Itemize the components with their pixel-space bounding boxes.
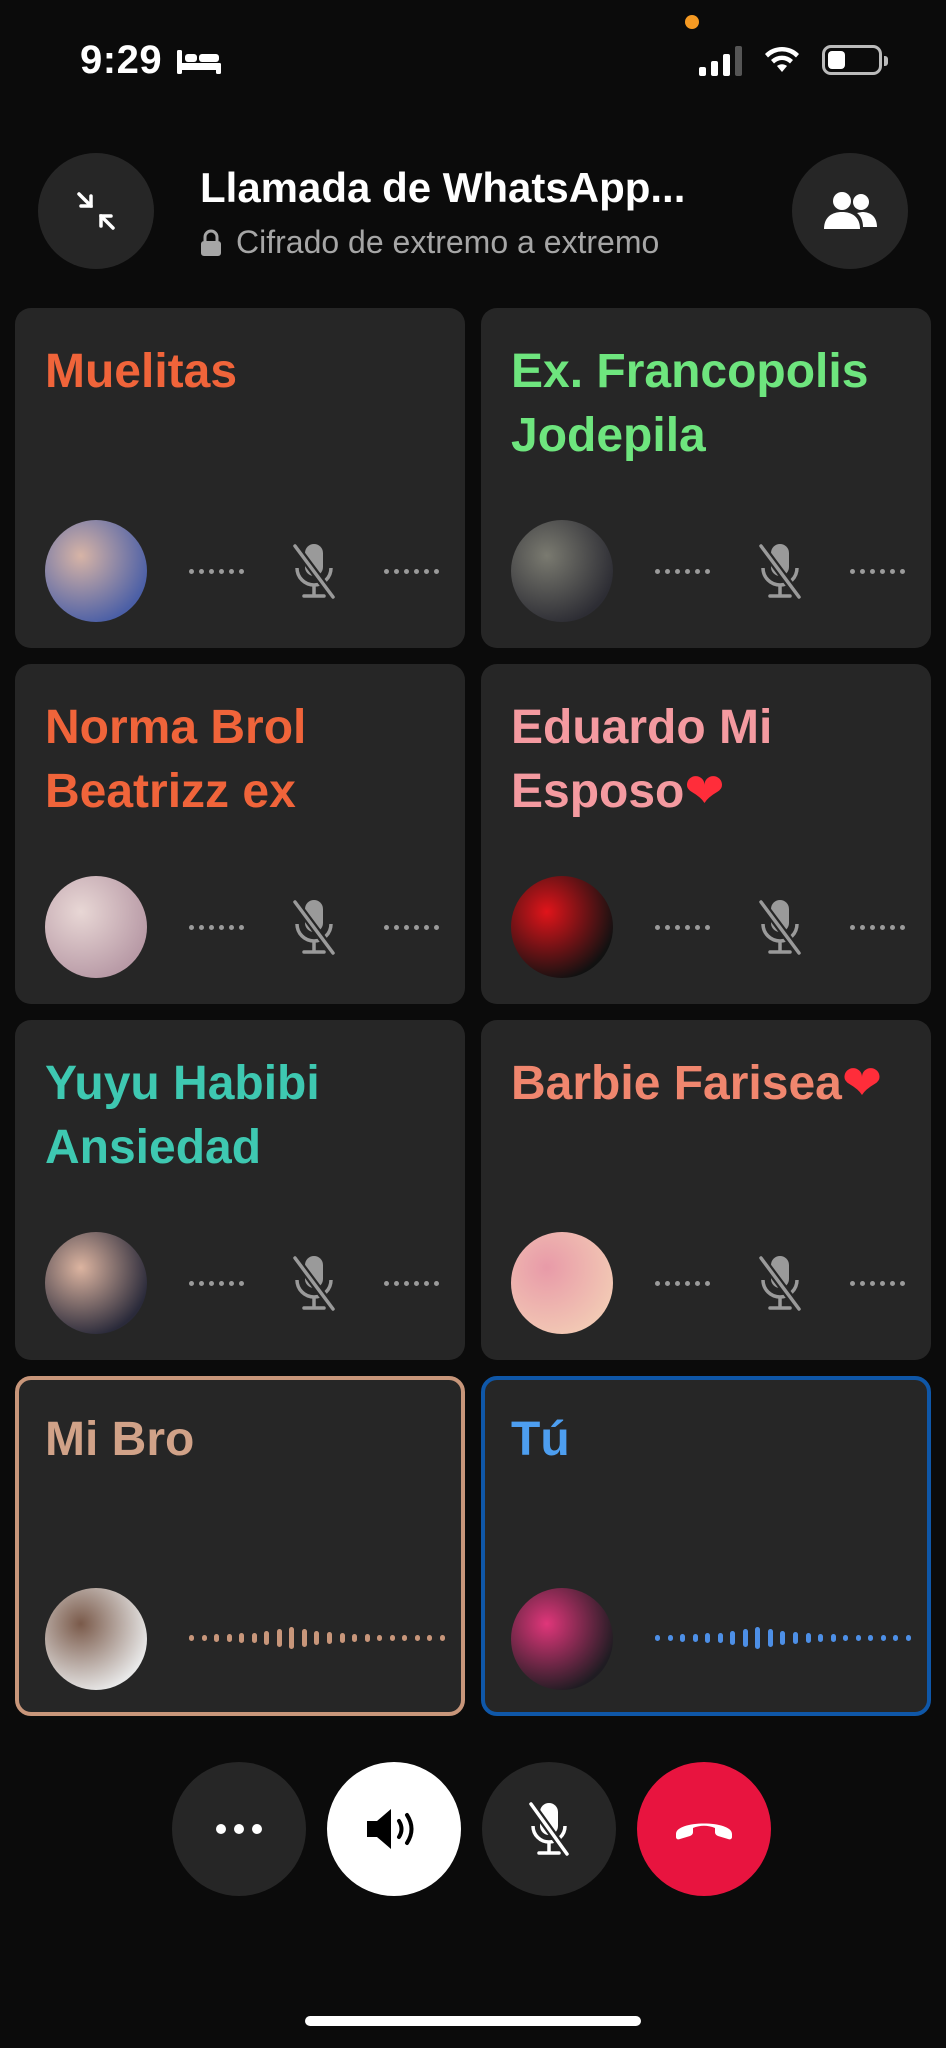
muted-indicator [189,542,439,601]
participant-name-text: Ex. Francopolis Jodepila [511,345,869,462]
muted-indicator [655,1254,905,1313]
avatar [511,520,613,622]
participant-name: Mi Bro [45,1408,455,1472]
call-header: Llamada de WhatsApp... Cifrado de extrem… [0,150,946,270]
lock-icon [201,229,221,256]
muted-indicator [655,898,905,957]
call-title: Llamada de WhatsApp... [200,164,686,211]
participant-tile[interactable]: Tú [481,1376,931,1716]
avatar [45,876,147,978]
avatar [511,1588,613,1690]
encryption-text: Cifrado de extremo a extremo [236,224,660,260]
participant-name: Barbie Farisea❤ [511,1052,921,1116]
participant-tile[interactable]: Barbie Farisea❤ [481,1020,931,1360]
encryption-notice: Cifrado de extremo a extremo [200,224,760,261]
muted-indicator [655,542,905,601]
battery-icon [822,45,888,75]
muted-indicator [189,1254,439,1313]
participant-name-text: Norma Brol Beatrizz ex [45,701,307,818]
participant-name: Norma Brol Beatrizz ex [45,696,455,824]
heart-icon: ❤ [841,1057,883,1110]
mic-muted-icon [290,1253,338,1313]
avatar [45,1588,147,1690]
mic-muted-icon [290,897,338,957]
speaker-button[interactable] [327,1762,461,1896]
participant-name: Eduardo Mi Esposo❤ [511,696,921,824]
heart-icon: ❤ [684,765,725,818]
mic-off-icon [527,1800,571,1858]
avatar [511,876,613,978]
participant-name: Ex. Francopolis Jodepila [511,340,921,468]
more-options-icon [216,1824,262,1834]
audio-level-indicator [655,1616,911,1660]
participant-name: Tú [511,1408,921,1472]
more-options-button[interactable] [172,1762,306,1896]
call-title-block: Llamada de WhatsApp... Cifrado de extrem… [200,164,760,261]
cellular-signal-icon [699,44,742,76]
call-controls [0,1762,946,1896]
audio-level-indicator [189,1616,445,1660]
participant-tile[interactable]: Norma Brol Beatrizz ex [15,664,465,1004]
avatar [45,1232,147,1334]
status-bar: 9:29 [0,0,946,120]
avatar [45,520,147,622]
privacy-indicator-dot [685,15,699,29]
mute-button[interactable] [482,1762,616,1896]
avatar [511,1232,613,1334]
minimize-call-button[interactable] [38,153,154,269]
participant-tile[interactable]: Mi Bro [15,1376,465,1716]
participant-name-text: Yuyu Habibi Ansiedad [45,1057,320,1174]
participant-name: Muelitas [45,340,455,404]
participant-name-text: Mi Bro [45,1413,195,1466]
battery-level [828,51,845,69]
mic-muted-icon [756,897,804,957]
participant-name: Yuyu Habibi Ansiedad [45,1052,455,1180]
minimize-arrows-icon [77,192,115,230]
home-indicator[interactable] [305,2016,641,2026]
end-call-icon [676,1823,732,1840]
participants-icon [824,192,877,229]
participant-tile[interactable]: Eduardo Mi Esposo❤ [481,664,931,1004]
participant-tile[interactable]: Muelitas [15,308,465,648]
participants-button[interactable] [792,153,908,269]
participant-name-text: Muelitas [45,345,238,398]
speaker-icon [367,1809,414,1849]
participant-tile[interactable]: Ex. Francopolis Jodepila [481,308,931,648]
mic-muted-icon [756,1253,804,1313]
participants-grid: Muelitas Ex. Francopolis Jodepila Norma Br… [15,308,931,1716]
participant-tile[interactable]: Yuyu Habibi Ansiedad [15,1020,465,1360]
call-screen: 9:29 Llamada de WhatsApp... Cifrado de e… [0,0,946,2048]
status-icons [699,44,888,76]
end-call-button[interactable] [637,1762,771,1896]
bed-icon [177,49,222,74]
mic-muted-icon [290,541,338,601]
participant-name-text: Tú [511,1413,570,1466]
participant-name-text: Eduardo Mi Esposo [511,701,773,818]
wifi-icon [765,46,799,72]
participant-name-text: Barbie Farisea [511,1057,842,1110]
muted-indicator [189,898,439,957]
mic-muted-icon [756,541,804,601]
status-time: 9:29 [80,38,163,82]
status-time-group: 9:29 [80,38,222,83]
